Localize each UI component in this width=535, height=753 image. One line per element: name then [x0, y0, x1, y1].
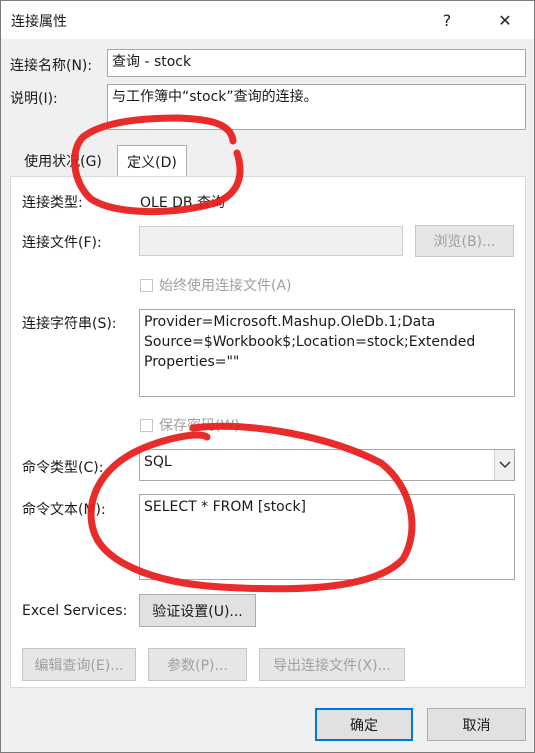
- always-use-file-checkbox[interactable]: 始终使用连接文件(A): [140, 275, 292, 295]
- command-type-label: 命令类型(C):: [22, 460, 104, 476]
- checkbox-box: [140, 418, 153, 432]
- ok-button[interactable]: 确定: [315, 708, 413, 741]
- tab-definition[interactable]: 定义(D): [117, 145, 187, 177]
- connection-name-label: 连接名称(N):: [10, 58, 93, 74]
- close-icon[interactable]: ✕: [485, 5, 525, 35]
- connection-file-label: 连接文件(F):: [22, 235, 102, 251]
- save-password-label: 保存密码(W): [159, 418, 240, 434]
- description-input[interactable]: 与工作簿中“stock”查询的连接。: [107, 84, 526, 130]
- connection-file-input[interactable]: [139, 226, 403, 256]
- connection-string-label: 连接字符串(S):: [22, 316, 117, 332]
- connection-name-input[interactable]: 查询 - stock: [107, 49, 526, 77]
- title-bar: 连接属性 ? ✕: [1, 1, 534, 39]
- parameters-button[interactable]: 参数(P)...: [148, 648, 247, 681]
- always-use-file-label: 始终使用连接文件(A): [159, 278, 292, 294]
- edit-query-button[interactable]: 编辑查询(E)...: [22, 648, 136, 681]
- auth-settings-button[interactable]: 验证设置(U)...: [139, 594, 256, 627]
- window-title: 连接属性: [11, 14, 67, 30]
- help-icon[interactable]: ?: [427, 5, 467, 35]
- chevron-down-icon[interactable]: [494, 450, 514, 480]
- export-connection-file-button[interactable]: 导出连接文件(X)...: [259, 648, 405, 681]
- checkbox-box: [140, 278, 153, 292]
- browse-button[interactable]: 浏览(B)...: [415, 225, 514, 257]
- excel-services-label: Excel Services:: [22, 603, 128, 619]
- description-label: 说明(I):: [10, 91, 58, 107]
- connection-properties-dialog: 连接属性 ? ✕ 连接名称(N): 查询 - stock 说明(I): 与工作簿…: [0, 0, 535, 753]
- connection-string-input[interactable]: Provider=Microsoft.Mashup.OleDb.1;Data S…: [139, 309, 515, 397]
- command-type-value: SQL: [144, 454, 172, 470]
- command-text-label: 命令文本(M):: [22, 502, 106, 518]
- connection-type-value: OLE DB 查询: [140, 195, 225, 211]
- save-password-checkbox[interactable]: 保存密码(W): [140, 415, 240, 435]
- connection-type-label: 连接类型:: [22, 195, 83, 211]
- cancel-button[interactable]: 取消: [427, 708, 526, 741]
- tab-usage[interactable]: 使用状况(G): [11, 148, 115, 174]
- command-type-select[interactable]: SQL: [139, 449, 515, 481]
- command-text-input[interactable]: SELECT * FROM [stock]: [139, 494, 515, 580]
